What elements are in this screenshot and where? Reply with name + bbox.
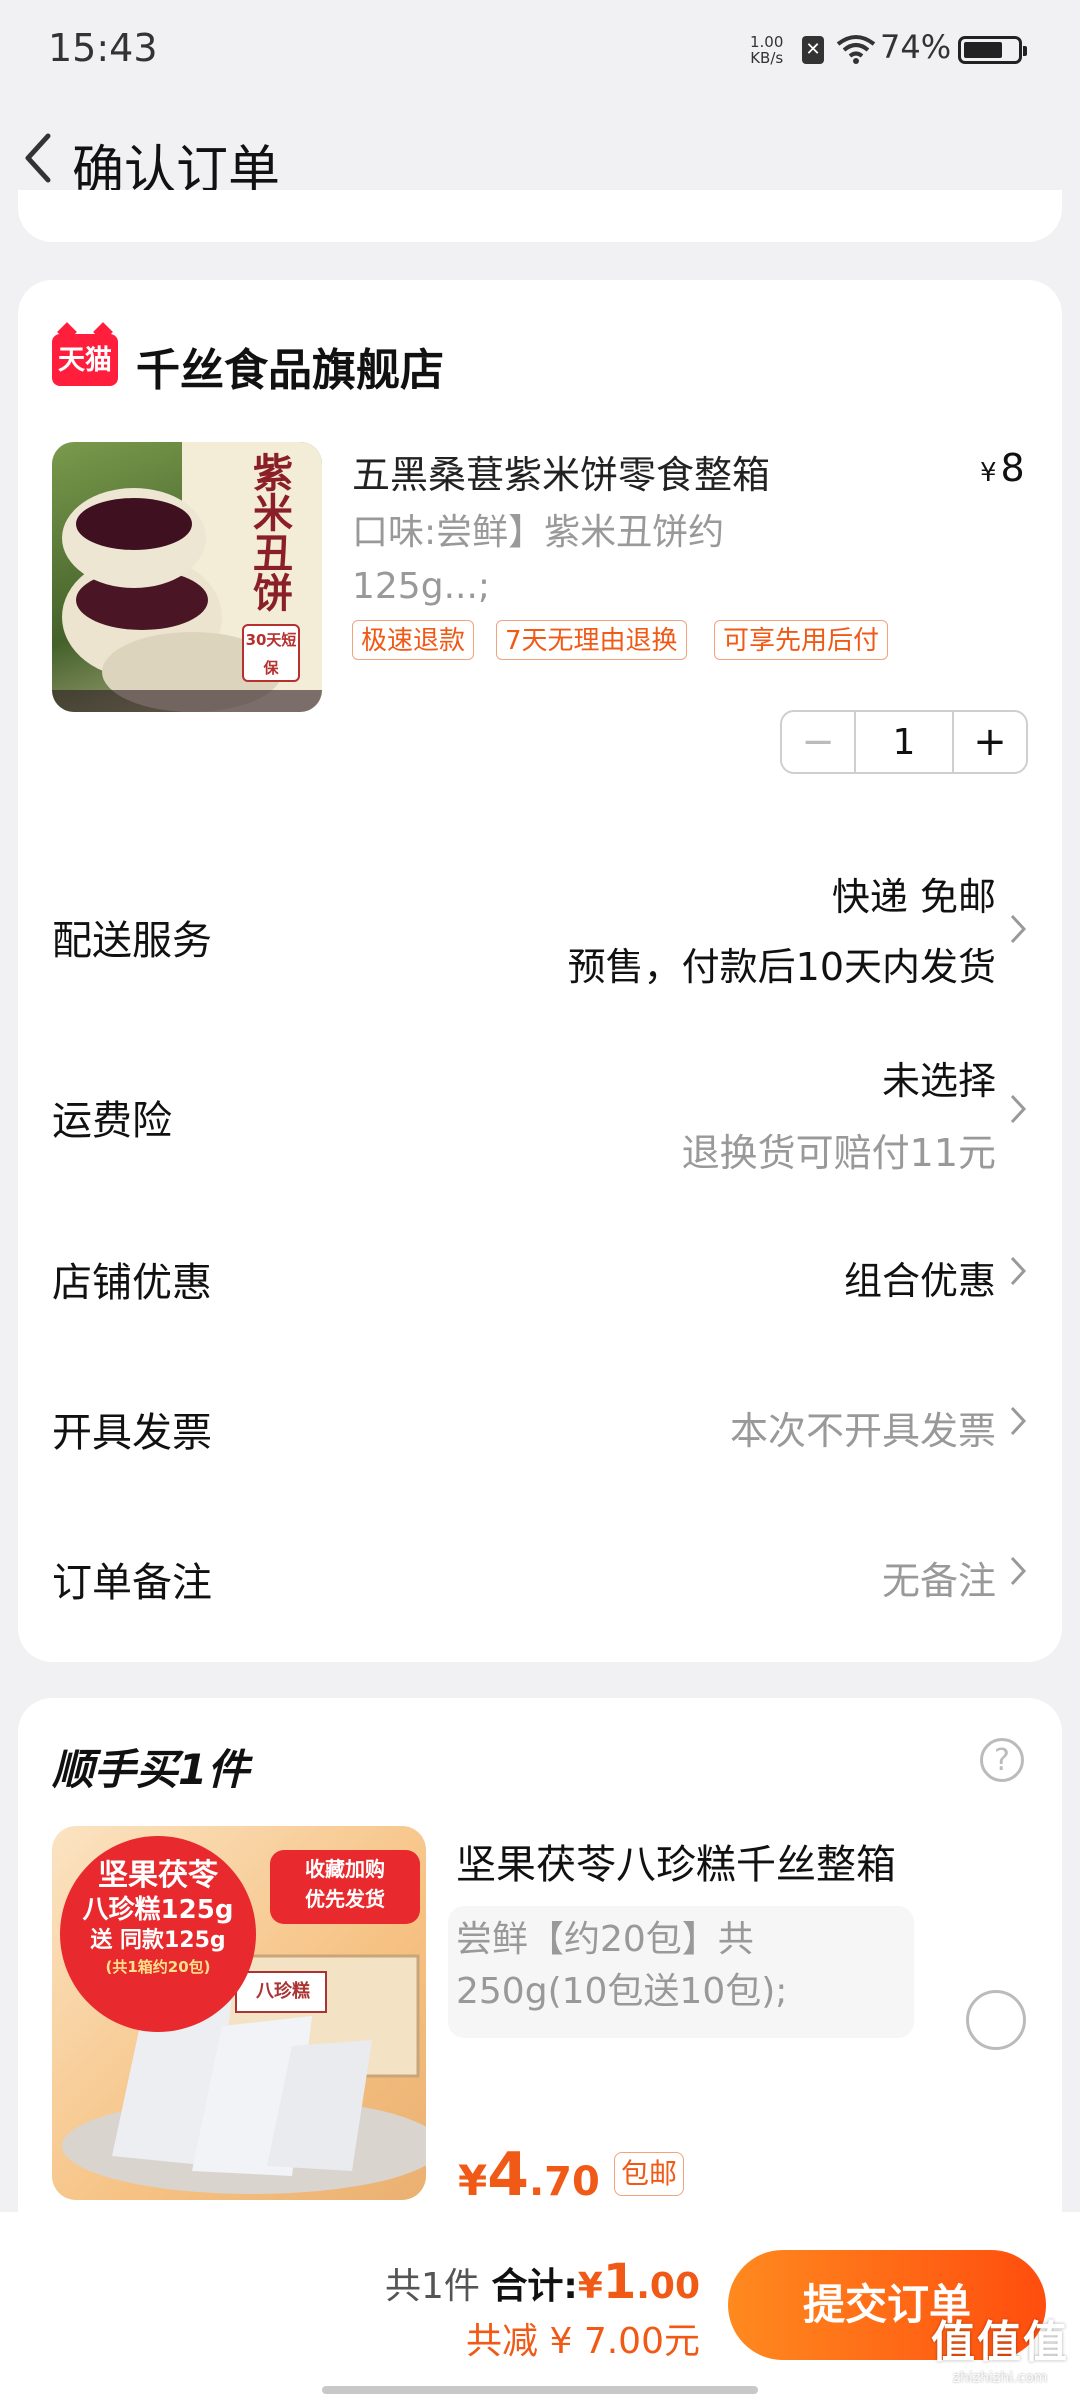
product-title[interactable]: 五黑桑葚紫米饼零食整箱 bbox=[352, 444, 770, 499]
chevron-right-icon bbox=[1010, 1256, 1027, 1286]
status-time: 15:43 bbox=[48, 26, 158, 70]
product-price: ¥8 bbox=[980, 446, 1025, 490]
tmall-logo: 天猫 bbox=[52, 334, 118, 386]
saved-amount: 共减 ¥ 7.00元 bbox=[466, 2321, 700, 2362]
addon-product-image[interactable]: 坚果茯苓 八珍糕125g 送 同款125g (共1箱约20包) 收藏加购 优先发货… bbox=[52, 1826, 426, 2200]
watermark: 值值值 zhizhizhi.com bbox=[931, 2317, 1069, 2386]
free-shipping-tag: 包邮 bbox=[614, 2152, 685, 2196]
addon-box-label: 八珍糕 bbox=[256, 1981, 310, 2002]
discount-value: 组合优惠 bbox=[843, 1259, 996, 1303]
addon-product-name[interactable]: 坚果茯苓八珍糕千丝整箱 bbox=[456, 1832, 896, 1890]
battery-icon bbox=[958, 36, 1027, 64]
note-value: 无备注 bbox=[881, 1559, 996, 1603]
addon-select-radio[interactable] bbox=[966, 1990, 1026, 2050]
invoice-value: 本次不开具发票 bbox=[729, 1409, 996, 1453]
product-image-badge: 30天短保 bbox=[242, 624, 300, 682]
network-speed: 1.00 KB/s bbox=[750, 34, 783, 66]
addon-price: ¥4.70 bbox=[458, 2140, 600, 2210]
service-tag: 7天无理由退换 bbox=[496, 620, 687, 660]
note-label: 订单备注 bbox=[52, 1560, 212, 1606]
network-speed-unit: KB/s bbox=[750, 49, 784, 67]
no-sim-icon: ✕ bbox=[802, 36, 824, 64]
chevron-right-icon bbox=[1010, 1094, 1027, 1124]
addon-promo-label: 收藏加购 优先发货 bbox=[270, 1850, 420, 1924]
product-spec[interactable]: 口味:尝鲜】紫米丑饼约 125g...; bbox=[352, 506, 822, 614]
home-indicator[interactable] bbox=[322, 2386, 758, 2394]
item-count: 共1件 bbox=[384, 2266, 480, 2307]
service-tag: 可享先用后付 bbox=[714, 620, 889, 660]
quantity-stepper: − 1 + bbox=[780, 710, 1028, 774]
decrease-quantity-button[interactable]: − bbox=[782, 712, 856, 772]
store-name[interactable]: 千丝食品旗舰店 bbox=[136, 334, 444, 398]
quantity-value[interactable]: 1 bbox=[856, 712, 954, 772]
back-arrow-icon[interactable] bbox=[16, 128, 60, 188]
insurance-label: 运费险 bbox=[52, 1098, 172, 1144]
address-card-edge bbox=[18, 190, 1062, 242]
discount-label: 店铺优惠 bbox=[52, 1260, 212, 1306]
battery-percent: 74% bbox=[880, 28, 952, 66]
insurance-description: 退换货可赔付11元 bbox=[681, 1131, 996, 1175]
chevron-right-icon bbox=[1010, 1406, 1027, 1436]
network-speed-value: 1.00 bbox=[750, 33, 784, 51]
product-image-label: 紫米丑饼 bbox=[246, 452, 292, 612]
delivery-schedule: 预售，付款后10天内发货 bbox=[567, 945, 996, 989]
total-label: 合计: bbox=[491, 2266, 578, 2307]
increase-quantity-button[interactable]: + bbox=[954, 712, 1026, 772]
delivery-label: 配送服务 bbox=[52, 918, 212, 964]
addon-badge: 坚果茯苓 八珍糕125g 送 同款125g (共1箱约20包) bbox=[60, 1836, 256, 2032]
service-tag: 极速退款 bbox=[352, 620, 475, 660]
chevron-right-icon bbox=[1010, 914, 1027, 944]
delivery-method: 快递 免邮 bbox=[831, 875, 996, 919]
addon-title: 顺手买1件 bbox=[52, 1745, 250, 1794]
product-image[interactable]: 紫米丑饼 30天短保 bbox=[52, 442, 322, 712]
wifi-icon bbox=[836, 35, 876, 64]
order-total: 共1件 合计:¥1.00 bbox=[384, 2254, 700, 2310]
help-icon[interactable]: ? bbox=[980, 1738, 1024, 1782]
addon-spec[interactable]: 尝鲜【约20包】共 250g(10包送10包); bbox=[456, 1914, 886, 2018]
invoice-label: 开具发票 bbox=[52, 1410, 212, 1456]
chevron-right-icon bbox=[1010, 1556, 1027, 1586]
insurance-status: 未选择 bbox=[881, 1059, 996, 1103]
